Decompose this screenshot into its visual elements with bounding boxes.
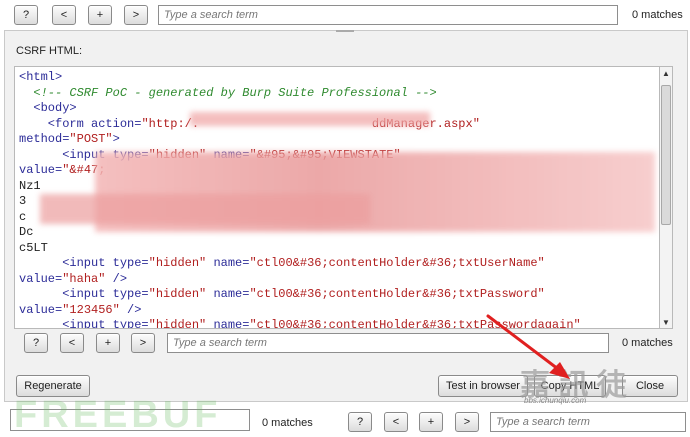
inner-previous-button[interactable]: < (60, 333, 84, 353)
bottom-last-button[interactable]: > (455, 412, 479, 432)
inner-help-button[interactable]: ? (24, 333, 48, 353)
code-line: <input type="hidden" name="ctl00&#36;con… (19, 318, 659, 329)
code-line: <input type="hidden" name="ctl00&#36;con… (19, 287, 659, 303)
code-token: 3 (19, 194, 27, 208)
code-token: c5LT (19, 240, 48, 255)
code-token: <body> (19, 101, 77, 115)
code-token: name= (206, 287, 250, 301)
bottom-help-button[interactable]: ? (348, 412, 372, 432)
redacted-url (190, 112, 430, 126)
code-token: Dc (19, 225, 34, 239)
freebuf-watermark: FREEBUF (14, 394, 222, 436)
code-token: <input (19, 256, 113, 270)
next-match-button[interactable]: + (88, 5, 112, 25)
code-token: value= (19, 302, 63, 317)
code-token: "hidden" (148, 318, 207, 329)
scrollbar-thumb[interactable] (661, 85, 671, 225)
code-token: "haha" (62, 271, 106, 286)
inner-match-count: 0 matches (622, 337, 673, 349)
code-token: "POST" (69, 132, 113, 146)
code-token: <input (19, 318, 113, 329)
code-token: c (19, 209, 27, 224)
search-input[interactable] (158, 5, 618, 25)
code-line: <html> (19, 70, 659, 86)
scroll-up-icon[interactable]: ▲ (660, 67, 672, 79)
code-line: method="POST"> (19, 132, 659, 148)
scroll-down-icon[interactable]: ▼ (660, 316, 672, 328)
bottom-previous-button[interactable]: < (384, 412, 408, 432)
code-token: type= (112, 318, 149, 329)
code-token: value= (19, 163, 63, 177)
code-token: <html> (19, 70, 63, 84)
code-token: <!-- CSRF PoC - generated by Burp Suite … (19, 85, 437, 100)
code-line: <!-- CSRF PoC - generated by Burp Suite … (19, 86, 659, 102)
code-token: value= (19, 271, 63, 286)
last-match-button[interactable]: > (124, 5, 148, 25)
resize-grip[interactable] (336, 30, 354, 32)
previous-match-button[interactable]: < (52, 5, 76, 25)
match-count: 0 matches (632, 9, 683, 21)
code-token: type= (112, 287, 149, 301)
code-token: method= (19, 132, 70, 146)
bottom-match-count: 0 matches (262, 417, 313, 429)
code-token: "ctl00&#36;contentHolder&#36;txtPassword… (249, 287, 545, 301)
bottom-search-input[interactable] (490, 412, 686, 432)
inner-last-button[interactable]: > (131, 333, 155, 353)
code-line: value="123456" /> (19, 303, 659, 319)
bottom-next-button[interactable]: + (419, 412, 443, 432)
code-token: "ctl00&#36;contentHolder&#36;txtPassword… (249, 318, 581, 329)
code-token: <form (19, 116, 92, 131)
redacted-viewstate-2 (40, 194, 370, 224)
code-token: /> (105, 271, 128, 286)
code-token: "hidden" (148, 287, 207, 301)
code-token: /> (119, 302, 142, 317)
code-token: "123456" (62, 302, 120, 317)
code-token: "hidden" (148, 256, 207, 270)
help-button[interactable]: ? (14, 5, 38, 25)
code-token: > (112, 132, 120, 146)
code-line: <input type="hidden" name="ctl00&#36;con… (19, 256, 659, 272)
inner-next-button[interactable]: + (96, 333, 120, 353)
test-in-browser-button[interactable]: Test in browser (438, 375, 528, 397)
code-token: name= (206, 256, 250, 270)
close-button[interactable]: Close (622, 375, 678, 397)
code-line: c5LT (19, 241, 659, 257)
code-token: Nz1 (19, 178, 41, 193)
code-token: "ctl00&#36;contentHolder&#36;txtUserName… (249, 256, 545, 270)
code-line: value="haha" /> (19, 272, 659, 288)
code-token: name= (206, 318, 250, 329)
code-token: type= (112, 256, 149, 270)
csrf-html-label: CSRF HTML: (16, 45, 82, 57)
inner-search-input[interactable] (167, 333, 609, 353)
code-token: action= (91, 116, 142, 131)
site-watermark-url: bbs.ichunqiu.com (524, 396, 587, 405)
code-token: <input (19, 287, 113, 301)
editor-scrollbar[interactable]: ▲ ▼ (659, 66, 673, 329)
